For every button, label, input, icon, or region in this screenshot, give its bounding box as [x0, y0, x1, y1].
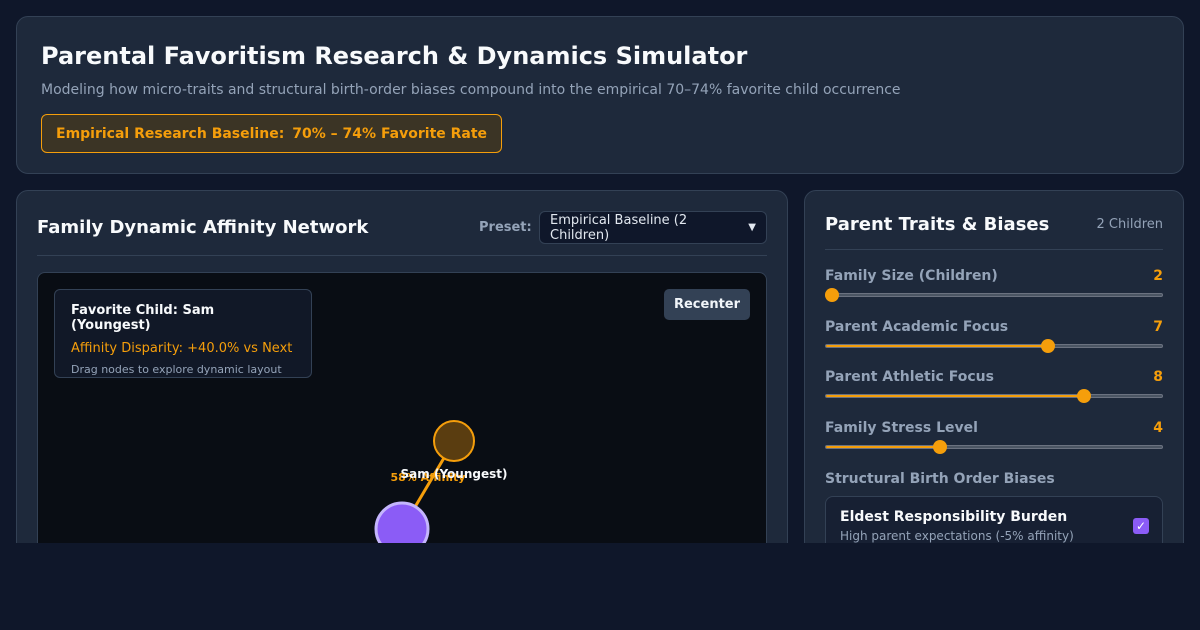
slider-value: 2: [1153, 268, 1163, 284]
athletic-focus-slider[interactable]: Parent Athletic Focus 8: [825, 369, 1163, 403]
slider-fill: [826, 345, 1050, 347]
affinity-disparity-text: Affinity Disparity: +40.0% vs Next: [71, 341, 293, 356]
baseline-badge: Empirical Research Baseline: 70% – 74% F…: [41, 114, 503, 153]
baseline-value: 70% – 74% Favorite Rate: [292, 125, 488, 142]
slider-track[interactable]: [825, 293, 1163, 297]
preset-value: Empirical Baseline (2 Children): [550, 212, 688, 243]
preset-label: Preset:: [479, 220, 532, 235]
slider-track[interactable]: [825, 344, 1163, 348]
slider-label: Family Size (Children): [825, 268, 998, 284]
favorite-child-text: Favorite Child: Sam (Youngest): [71, 303, 215, 333]
slider-label: Parent Academic Focus: [825, 319, 1009, 335]
slider-thumb[interactable]: [1041, 339, 1056, 353]
slider-label: Parent Athletic Focus: [825, 369, 994, 385]
chevron-down-icon: ▼: [748, 222, 756, 233]
parent-node[interactable]: [374, 501, 430, 543]
slider-value: 7: [1153, 319, 1163, 335]
slider-track[interactable]: [825, 445, 1163, 449]
slider-label: Family Stress Level: [825, 420, 978, 436]
viewport: Parental Favoritism Research & Dynamics …: [0, 0, 1200, 543]
baseline-label: Empirical Research Baseline:: [56, 125, 285, 142]
header-card: Parental Favoritism Research & Dynamics …: [16, 16, 1184, 174]
slider-thumb[interactable]: [825, 288, 839, 302]
child-node-sam[interactable]: [433, 420, 475, 462]
preset-select[interactable]: Empirical Baseline (2 Children) ▼: [539, 211, 767, 244]
network-card: Family Dynamic Affinity Network Preset: …: [16, 190, 788, 543]
slider-fill: [826, 446, 941, 448]
children-count: 2 Children: [1096, 217, 1164, 232]
panel-title: Parent Traits & Biases: [825, 214, 1050, 235]
page-subtitle: Modeling how micro-traits and structural…: [41, 82, 901, 98]
stress-level-slider[interactable]: Family Stress Level 4: [825, 420, 1163, 454]
bias-description: High parent expectations (-5% affinity): [840, 529, 1074, 543]
bias-checkbox[interactable]: ✓: [1133, 518, 1149, 534]
page-title: Parental Favoritism Research & Dynamics …: [41, 42, 748, 70]
academic-focus-slider[interactable]: Parent Academic Focus 7: [825, 319, 1163, 353]
birth-order-section-label: Structural Birth Order Biases: [825, 471, 1055, 487]
eldest-burden-card[interactable]: Eldest Responsibility Burden High parent…: [825, 496, 1163, 543]
slider-thumb[interactable]: [1077, 389, 1092, 403]
family-size-slider[interactable]: Family Size (Children) 2: [825, 268, 1163, 302]
slider-fill: [826, 395, 1086, 397]
bias-title: Eldest Responsibility Burden: [840, 509, 1068, 525]
slider-track[interactable]: [825, 394, 1163, 398]
info-box: Favorite Child: Sam (Youngest) Affinity …: [54, 289, 312, 378]
network-divider: [37, 255, 767, 256]
checkmark-icon: ✓: [1135, 519, 1147, 533]
traits-panel: Parent Traits & Biases 2 Children Family…: [804, 190, 1184, 543]
panel-divider: [825, 249, 1163, 250]
slider-value: 4: [1153, 420, 1163, 436]
network-title: Family Dynamic Affinity Network: [37, 217, 369, 238]
recenter-button[interactable]: Recenter: [664, 289, 750, 320]
node-label: Sam (Youngest): [401, 467, 508, 481]
slider-thumb[interactable]: [932, 440, 947, 454]
drag-hint: Drag nodes to explore dynamic layout: [71, 363, 282, 376]
slider-value: 8: [1153, 369, 1163, 385]
network-canvas[interactable]: 58% Affinity Sam (Youngest) Favorite Chi…: [37, 272, 767, 543]
